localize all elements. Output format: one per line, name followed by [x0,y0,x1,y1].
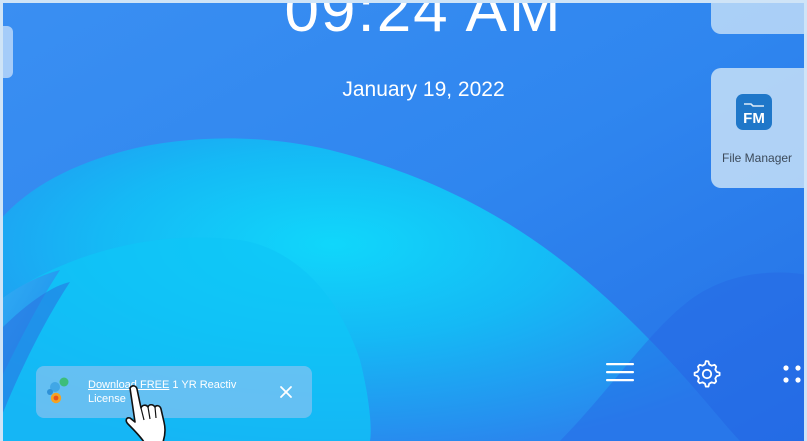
dock-app-card-partial[interactable] [711,0,807,34]
hand-pointer-cursor-icon [125,385,166,441]
side-drawer-handle[interactable] [3,26,13,78]
file-manager-label: File Manager [722,151,793,165]
app-logo-icon [47,377,69,404]
file-manager-icon-text: FM [743,110,765,127]
file-manager-icon: FM [736,94,772,130]
close-icon[interactable] [276,382,296,402]
notification-rest-text: 1 YR Reactiv [169,379,237,391]
screen-frame-top [0,0,807,3]
apps-grid-icon[interactable] [780,362,804,386]
clock-date: January 19, 2022 [342,78,505,101]
desktop-screen: 09:24 AM January 19, 2022 FM File Manage… [0,0,807,441]
clock-time: 09:24 AM [284,0,563,45]
settings-gear-icon[interactable] [691,358,721,388]
screen-frame-left [0,0,3,441]
notification-text: Download FREE 1 YR Reactiv License [88,378,268,406]
menu-icon[interactable] [604,360,636,384]
